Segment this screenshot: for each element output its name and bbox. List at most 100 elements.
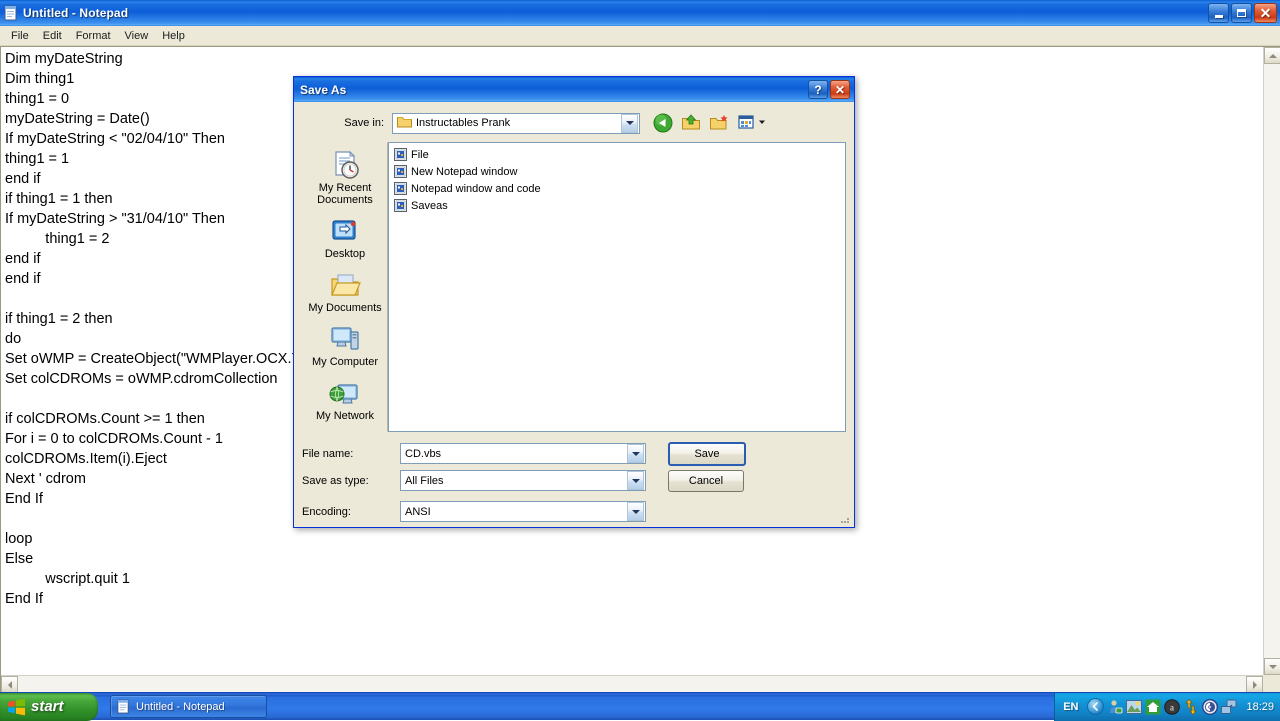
resize-grip[interactable]: [839, 513, 851, 525]
file-name: Saveas: [411, 200, 448, 212]
dialog-titlebar: Save As ? ✕: [294, 77, 854, 102]
places-bar: My Recent Documents Desktop: [302, 142, 388, 432]
language-indicator[interactable]: EN: [1063, 701, 1078, 713]
views-button[interactable]: [736, 112, 766, 134]
vertical-scrollbar[interactable]: [1263, 47, 1280, 675]
save-in-label: Save in:: [294, 117, 392, 129]
place-label: My Recent Documents: [303, 182, 387, 206]
list-item[interactable]: Notepad window and code: [392, 180, 845, 197]
place-my-network[interactable]: My Network: [303, 377, 387, 422]
scroll-left-button[interactable]: [1, 676, 18, 692]
views-button-icon[interactable]: [736, 112, 758, 134]
taskbar: start Untitled - Notepad EN: [0, 692, 1280, 720]
my-documents-icon: [329, 269, 361, 301]
image-file-icon: [394, 182, 407, 195]
dialog-title: Save As: [300, 83, 346, 97]
encoding-value[interactable]: ANSI: [401, 506, 627, 518]
file-name: Notepad window and code: [411, 183, 541, 195]
system-tray: EN a: [1054, 693, 1280, 721]
menu-help[interactable]: Help: [155, 27, 192, 45]
list-item[interactable]: Saveas: [392, 197, 845, 214]
encoding-dropdown-arrow[interactable]: [627, 502, 644, 521]
start-label: start: [31, 698, 64, 715]
save-button[interactable]: Save: [668, 442, 746, 466]
file-name-dropdown-arrow[interactable]: [627, 444, 644, 463]
file-name-input[interactable]: CD.vbs: [400, 443, 646, 464]
clock[interactable]: 18:29: [1246, 701, 1274, 713]
notepad-titlebar: Untitled - Notepad ✕: [0, 0, 1280, 26]
create-new-folder-button-icon[interactable]: [708, 112, 730, 134]
dialog-window-controls: ? ✕: [808, 80, 850, 99]
antivirus-icon[interactable]: a: [1164, 699, 1180, 715]
folder-icon: [397, 115, 412, 131]
network-connection-icon[interactable]: [1221, 699, 1237, 715]
file-name-value[interactable]: CD.vbs: [401, 448, 627, 460]
notepad-icon: [3, 5, 19, 21]
svg-text:a: a: [1170, 702, 1174, 712]
list-item[interactable]: File: [392, 146, 845, 163]
minimize-button[interactable]: [1208, 3, 1229, 23]
menu-edit[interactable]: Edit: [36, 27, 69, 45]
save-in-row: Save in: Instructables Prank: [294, 106, 854, 140]
recent-documents-icon: [329, 149, 361, 181]
restore-button[interactable]: [1231, 3, 1252, 23]
windows-flag-icon: [7, 698, 26, 716]
back-button-icon[interactable]: [652, 112, 674, 134]
place-label: My Computer: [312, 356, 378, 368]
encoding-row: Encoding: ANSI: [302, 498, 846, 525]
views-dropdown-arrow[interactable]: [758, 117, 766, 129]
cancel-button[interactable]: Cancel: [668, 470, 744, 492]
dialog-main: My Recent Documents Desktop: [302, 142, 846, 432]
encoding-label: Encoding:: [302, 506, 400, 518]
dvd-drive-icon[interactable]: [1202, 699, 1218, 715]
encoding-select[interactable]: ANSI: [400, 501, 646, 522]
save-as-type-dropdown-arrow[interactable]: [627, 471, 644, 490]
dialog-form: File name: CD.vbs Save Save as type: All…: [302, 440, 846, 525]
save-as-type-label: Save as type:: [302, 475, 400, 487]
notepad-menubar: File Edit Format View Help: [0, 26, 1280, 46]
place-label: My Network: [316, 410, 374, 422]
menu-file[interactable]: File: [4, 27, 36, 45]
messenger-icon[interactable]: [1107, 699, 1123, 715]
scroll-down-button[interactable]: [1264, 658, 1280, 675]
dialog-body: Save in: Instructables Prank: [294, 102, 854, 527]
place-my-documents[interactable]: My Documents: [303, 269, 387, 314]
horizontal-scrollbar[interactable]: [1, 675, 1263, 692]
image-file-icon: [394, 165, 407, 178]
menu-view[interactable]: View: [118, 27, 156, 45]
image-file-icon: [394, 199, 407, 212]
save-in-value-wrap: Instructables Prank: [393, 115, 621, 131]
place-my-recent-documents[interactable]: My Recent Documents: [303, 149, 387, 206]
home-icon[interactable]: [1145, 699, 1161, 715]
display-properties-icon[interactable]: [1126, 699, 1142, 715]
dialog-close-button[interactable]: ✕: [830, 80, 850, 99]
place-my-computer[interactable]: My Computer: [303, 323, 387, 368]
up-one-level-button-icon[interactable]: [680, 112, 702, 134]
my-network-icon: [329, 377, 361, 409]
show-hidden-icons-chevron[interactable]: [1087, 698, 1104, 715]
file-name-row: File name: CD.vbs Save: [302, 440, 846, 467]
save-as-type-select[interactable]: All Files: [400, 470, 646, 491]
desktop-icon: [329, 215, 361, 247]
updates-icon[interactable]: [1183, 699, 1199, 715]
menu-format[interactable]: Format: [69, 27, 118, 45]
taskbar-item-notepad[interactable]: Untitled - Notepad: [110, 695, 267, 718]
list-item[interactable]: New Notepad window: [392, 163, 845, 180]
save-in-dropdown-arrow[interactable]: [621, 114, 638, 133]
save-as-type-row: Save as type: All Files Cancel: [302, 467, 846, 494]
place-desktop[interactable]: Desktop: [303, 215, 387, 260]
scroll-up-button[interactable]: [1264, 47, 1280, 64]
notepad-icon: [116, 699, 131, 714]
close-button[interactable]: ✕: [1254, 3, 1277, 23]
save-as-dialog: Save As ? ✕ Save in: Instructables Prank: [293, 76, 855, 528]
image-file-icon: [394, 148, 407, 161]
save-as-type-value[interactable]: All Files: [401, 475, 627, 487]
taskbar-items: Untitled - Notepad: [110, 695, 267, 718]
help-button[interactable]: ?: [808, 80, 828, 99]
start-button[interactable]: start: [0, 693, 98, 721]
scroll-right-button[interactable]: [1246, 676, 1263, 692]
file-name-label: File name:: [302, 448, 400, 460]
file-list[interactable]: File New Notepad window: [388, 142, 846, 432]
save-in-combobox[interactable]: Instructables Prank: [392, 113, 640, 134]
scrollbar-corner: [1263, 675, 1280, 692]
